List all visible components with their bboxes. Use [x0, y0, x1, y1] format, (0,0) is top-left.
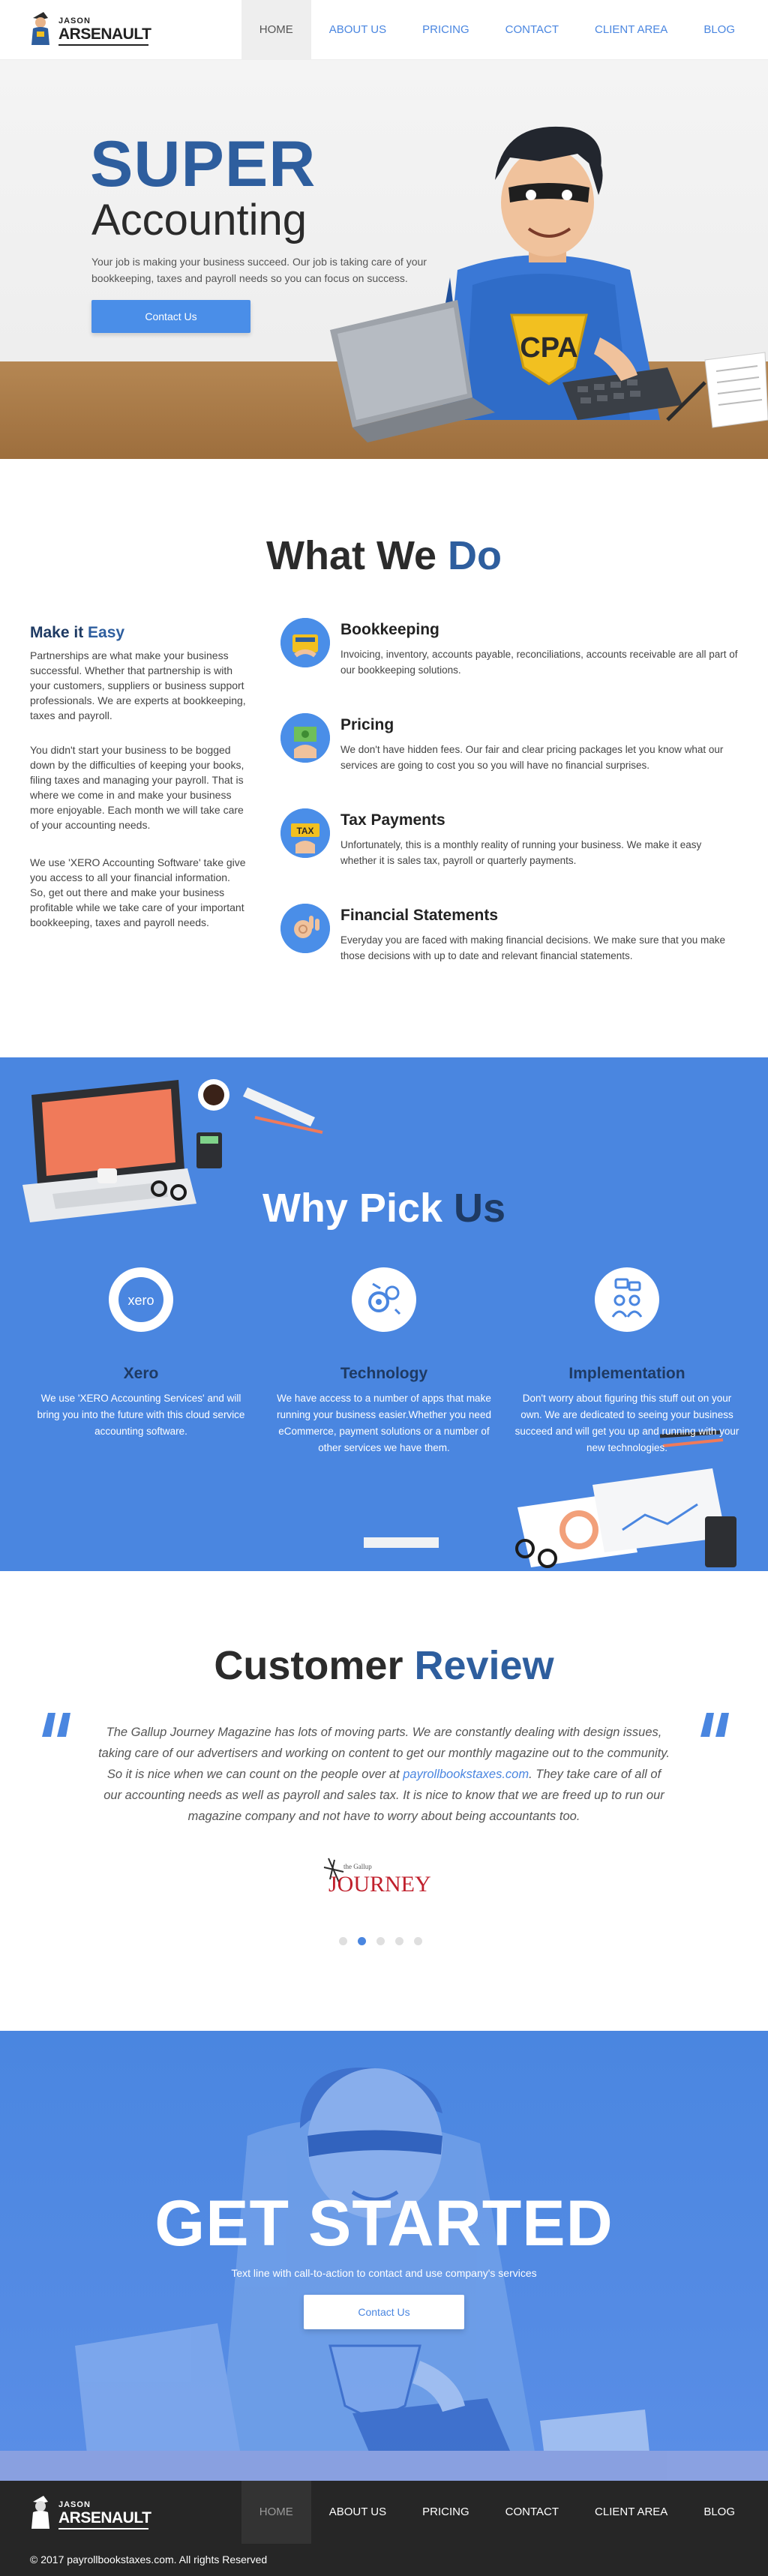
journey-magazine-logo: the Gallup JOURNEY: [323, 1858, 431, 1897]
why-pick-us-title-dark: Us: [454, 1186, 506, 1231]
hero-subtitle: Accounting: [92, 196, 307, 244]
carousel-dot-1[interactable]: [339, 1937, 347, 1945]
review-website-link[interactable]: payrollbookstaxes.com: [403, 1768, 529, 1781]
get-started-section: GET STARTED Text line with call-to-actio…: [0, 2031, 768, 2481]
carousel-dot-5[interactable]: [414, 1937, 422, 1945]
review-text: The Gallup Journey Magazine has lots of …: [98, 1722, 670, 1827]
svg-text:TAX: TAX: [296, 826, 314, 836]
carousel-dots: [339, 1937, 422, 1945]
feature-xero: xero Xero We use 'XERO Accounting Servic…: [28, 1267, 254, 1440]
page: JASON ARSENAULT HOME ABOUT US PRICING CO…: [0, 0, 768, 2576]
footer-nav-pricing[interactable]: PRICING: [404, 2481, 488, 2544]
feature-title: Xero: [123, 1365, 159, 1382]
feature-description: We have access to a number of apps that …: [277, 1393, 491, 1453]
service-description: Unfortunately, this is a monthly reality…: [340, 839, 702, 866]
technology-gears-icon: [352, 1267, 416, 1332]
footer-nav-blog[interactable]: BLOG: [686, 2481, 753, 2544]
main-nav: HOME ABOUT US PRICING CONTACT CLIENT ARE…: [241, 0, 753, 60]
hero-title: SUPER: [90, 128, 316, 200]
service-title: Pricing: [340, 716, 394, 733]
carousel-dot-4[interactable]: [395, 1937, 404, 1945]
footer-nav-about-us[interactable]: ABOUT US: [311, 2481, 404, 2544]
nav-blog[interactable]: BLOG: [686, 0, 753, 60]
footer-logo[interactable]: JASON ARSENAULT: [28, 2488, 156, 2533]
copyright-text: © 2017 payrollbookstaxes.com. All rights…: [30, 2554, 268, 2566]
svg-text:JOURNEY: JOURNEY: [328, 1872, 431, 1897]
nav-contact[interactable]: CONTACT: [488, 0, 577, 60]
service-pricing: Pricing We don't have hidden fees. Our f…: [280, 713, 738, 781]
service-description: Everyday you are faced with making finan…: [340, 934, 725, 961]
get-started-subtitle: Text line with call-to-action to contact…: [231, 2267, 537, 2279]
logo-last-name: ARSENAULT: [58, 2509, 152, 2527]
what-we-do-title-blue: Do: [448, 533, 502, 578]
implementation-people-icon: [595, 1267, 659, 1332]
make-it-easy-title-dark: Make it: [30, 624, 88, 641]
nav-about-us[interactable]: ABOUT US: [311, 0, 404, 60]
why-pick-us-title: Why Pick Us: [0, 1185, 768, 1231]
get-started-contact-button[interactable]: Contact Us: [304, 2295, 464, 2329]
customer-review-title: Customer Review: [0, 1642, 768, 1689]
logo-first-name: JASON: [58, 16, 91, 25]
footer-nav-home[interactable]: HOME: [241, 2481, 311, 2544]
feature-technology: Technology We have access to a number of…: [272, 1267, 496, 1456]
tax-payments-icon: TAX: [280, 808, 330, 858]
logo-underline: [58, 2528, 148, 2530]
svg-text:xero: xero: [128, 1293, 154, 1308]
service-description: Invoicing, inventory, accounts payable, …: [340, 649, 738, 676]
what-we-do-title: What We Do: [0, 532, 768, 579]
service-financial-statements: Financial Statements Everyday you are fa…: [280, 904, 738, 971]
site-logo[interactable]: JASON ARSENAULT: [28, 10, 156, 51]
superhero-logo-icon: [32, 12, 50, 45]
footer-nav: HOME ABOUT US PRICING CONTACT CLIENT ARE…: [241, 2481, 753, 2544]
open-quote-icon: [42, 1713, 70, 1737]
what-we-do-title-dark: What We: [266, 533, 448, 578]
feature-description: Don't worry about figuring this stuff ou…: [514, 1393, 740, 1453]
hero-section: SUPER Accounting Your job is making your…: [0, 60, 768, 459]
why-pick-us-section: Why Pick Us xero Xero We use 'XERO Accou…: [0, 1057, 768, 1571]
financial-statements-icon: [280, 904, 330, 953]
feature-implementation: Implementation Don't worry about figurin…: [514, 1267, 740, 1456]
svg-text:the Gallup: the Gallup: [344, 1863, 372, 1870]
xero-logo-icon: xero: [109, 1267, 173, 1332]
customer-review-title-dark: Customer: [214, 1643, 415, 1688]
nav-client-area[interactable]: CLIENT AREA: [577, 0, 686, 60]
carousel-dot-2[interactable]: [358, 1937, 366, 1945]
why-pick-us-title-white: Why Pick: [262, 1186, 454, 1231]
make-it-easy-title: Make it Easy: [30, 624, 124, 642]
logo-underline: [58, 44, 148, 46]
nav-home[interactable]: HOME: [241, 0, 311, 60]
logo-first-name: JASON: [58, 2500, 91, 2509]
carousel-dot-3[interactable]: [376, 1937, 385, 1945]
close-quote-icon: [700, 1713, 729, 1737]
get-started-title: GET STARTED: [154, 2188, 614, 2260]
site-footer: JASON ARSENAULT HOME ABOUT US PRICING CO…: [0, 2481, 768, 2576]
hero-contact-button[interactable]: Contact Us: [92, 300, 250, 333]
bookkeeping-icon: [280, 618, 330, 667]
logo-last-name: ARSENAULT: [58, 25, 152, 43]
feature-title: Technology: [340, 1365, 428, 1382]
service-tax-payments: TAX Tax Payments Unfortunately, this is …: [280, 808, 738, 876]
make-it-easy-paragraph-3: We use 'XERO Accounting Software' take g…: [30, 856, 246, 928]
customer-review-title-blue: Review: [414, 1643, 554, 1688]
service-bookkeeping: Bookkeeping Invoicing, inventory, accoun…: [280, 618, 738, 685]
make-it-easy-title-blue: Easy: [88, 624, 125, 641]
footer-nav-client-area[interactable]: CLIENT AREA: [577, 2481, 686, 2544]
site-header: JASON ARSENAULT HOME ABOUT US PRICING CO…: [0, 0, 768, 60]
cpa-badge-text: CPA: [520, 332, 578, 364]
feature-title: Implementation: [568, 1365, 686, 1382]
nav-pricing[interactable]: PRICING: [404, 0, 488, 60]
make-it-easy-paragraph-1: Partnerships are what make your business…: [30, 649, 246, 721]
footer-nav-contact[interactable]: CONTACT: [488, 2481, 577, 2544]
service-title: Financial Statements: [340, 907, 499, 924]
feature-description: We use 'XERO Accounting Services' and wi…: [37, 1393, 245, 1437]
superhero-accountant-illustration: CPA: [330, 126, 768, 442]
superhero-logo-icon: [32, 2496, 50, 2529]
make-it-easy-paragraph-2: You didn't start your business to be bog…: [30, 744, 244, 831]
service-title: Bookkeeping: [340, 621, 440, 638]
service-description: We don't have hidden fees. Our fair and …: [340, 744, 724, 771]
service-title: Tax Payments: [340, 811, 446, 829]
pricing-icon: [280, 713, 330, 763]
